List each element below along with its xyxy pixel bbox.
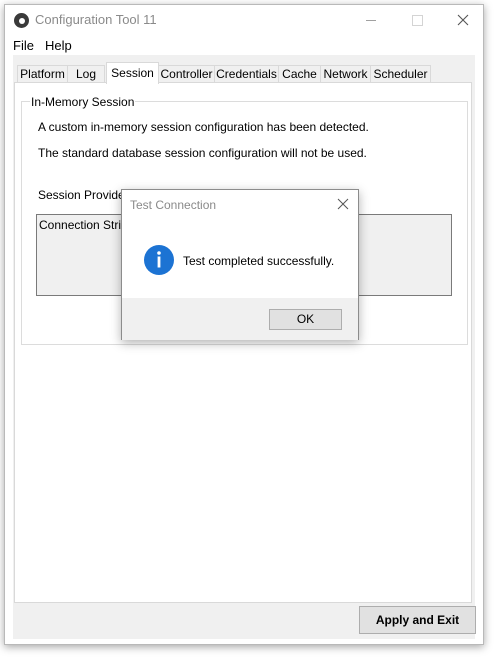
title-bar[interactable]: Configuration Tool 11 — [5, 5, 483, 35]
dialog-footer: OK — [122, 298, 358, 340]
maximize-button[interactable] — [394, 5, 440, 35]
ok-button[interactable]: OK — [269, 309, 342, 330]
menu-file[interactable]: File — [13, 38, 34, 53]
session-tab-page: In-Memory Session A custom in-memory ses… — [14, 82, 472, 603]
client-area: Platform Log Session Controller Credenti… — [13, 55, 476, 639]
standard-config-notice: The standard database session configurat… — [38, 146, 367, 160]
tab-platform[interactable]: Platform — [17, 65, 68, 83]
window-title: Configuration Tool 11 — [35, 12, 157, 27]
app-icon — [14, 13, 29, 28]
tab-strip: Platform Log Session Controller Credenti… — [13, 62, 475, 84]
close-icon — [337, 198, 349, 210]
tab-log[interactable]: Log — [67, 65, 105, 83]
tab-cache[interactable]: Cache — [278, 65, 321, 83]
dialog-message: Test completed successfully. — [183, 254, 335, 268]
menu-bar: File Help — [5, 38, 483, 56]
menu-help[interactable]: Help — [45, 38, 72, 53]
apply-and-exit-button[interactable]: Apply and Exit — [359, 606, 476, 634]
dialog-close-button[interactable] — [335, 196, 351, 212]
close-button[interactable] — [440, 5, 486, 35]
tab-network[interactable]: Network — [320, 65, 371, 83]
dialog-body: Test completed successfully. — [122, 220, 358, 298]
custom-config-notice: A custom in-memory session configuration… — [38, 120, 369, 134]
tab-scheduler[interactable]: Scheduler — [370, 65, 431, 83]
group-title: In-Memory Session — [30, 95, 136, 109]
test-connection-dialog: Test Connection Test completed successfu… — [121, 189, 359, 340]
tab-controller[interactable]: Controller — [158, 65, 215, 83]
minimize-button[interactable] — [348, 5, 394, 35]
dialog-title: Test Connection — [130, 198, 217, 212]
tab-credentials[interactable]: Credentials — [214, 65, 279, 83]
info-icon — [144, 245, 174, 275]
close-icon — [457, 14, 469, 26]
tab-session[interactable]: Session — [106, 62, 159, 84]
